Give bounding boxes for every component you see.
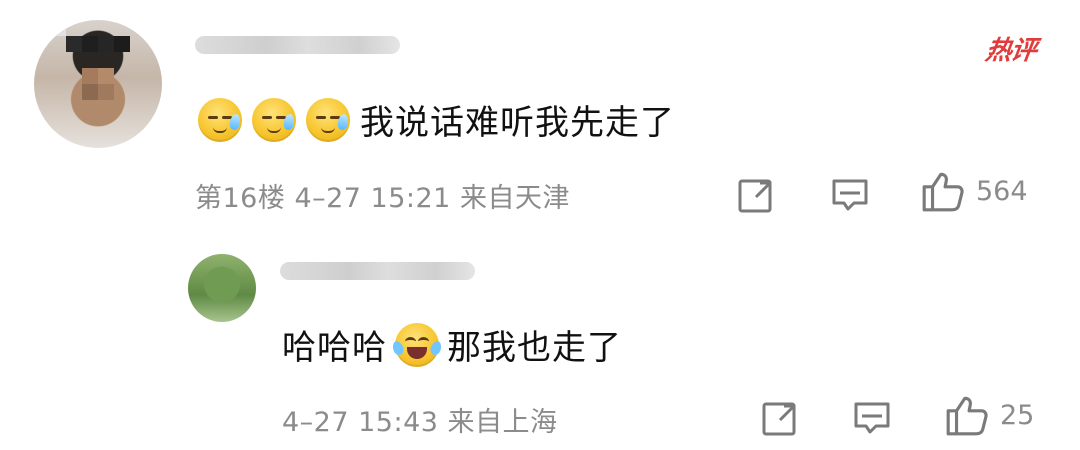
reply-comment-button[interactable] (852, 398, 892, 442)
reply-share-button[interactable] (760, 398, 800, 442)
commenter-username-blurred[interactable] (195, 36, 400, 54)
share-icon (738, 179, 772, 213)
share-button[interactable] (736, 175, 776, 219)
comment-icon (832, 179, 868, 211)
reply-like-button[interactable]: 25 (944, 392, 1034, 438)
hot-comment-badge: 热评 (983, 36, 1038, 66)
reply-like-count: 25 (1000, 399, 1035, 431)
share-icon (762, 402, 796, 436)
like-icon (922, 172, 964, 212)
replier-username-blurred[interactable] (280, 262, 475, 280)
reply-content: 哈哈哈 那我也走了 (282, 320, 622, 369)
comment-icon (854, 402, 890, 434)
reply-text-before: 哈哈哈 (282, 328, 387, 368)
like-icon (946, 396, 988, 436)
like-count: 564 (976, 175, 1028, 207)
cold-sweat-emoji-3 (306, 97, 350, 142)
commenter-avatar[interactable] (34, 20, 162, 148)
like-button[interactable]: 564 (920, 168, 1028, 214)
reply-text-after: 那我也走了 (447, 328, 622, 368)
replier-avatar[interactable] (188, 254, 256, 322)
comment-text: 我说话难听我先走了 (360, 103, 675, 143)
comment-content: 我说话难听我先走了 (198, 95, 675, 144)
cold-sweat-emoji-1 (198, 97, 242, 142)
reply-meta: 4–27 15:43 来自上海 (282, 407, 558, 438)
cold-sweat-emoji-2 (252, 97, 296, 142)
comment-button[interactable] (830, 175, 870, 219)
comment-meta: 第16楼 4–27 15:21 来自天津 (195, 183, 570, 214)
laughing-crying-emoji (390, 322, 444, 367)
